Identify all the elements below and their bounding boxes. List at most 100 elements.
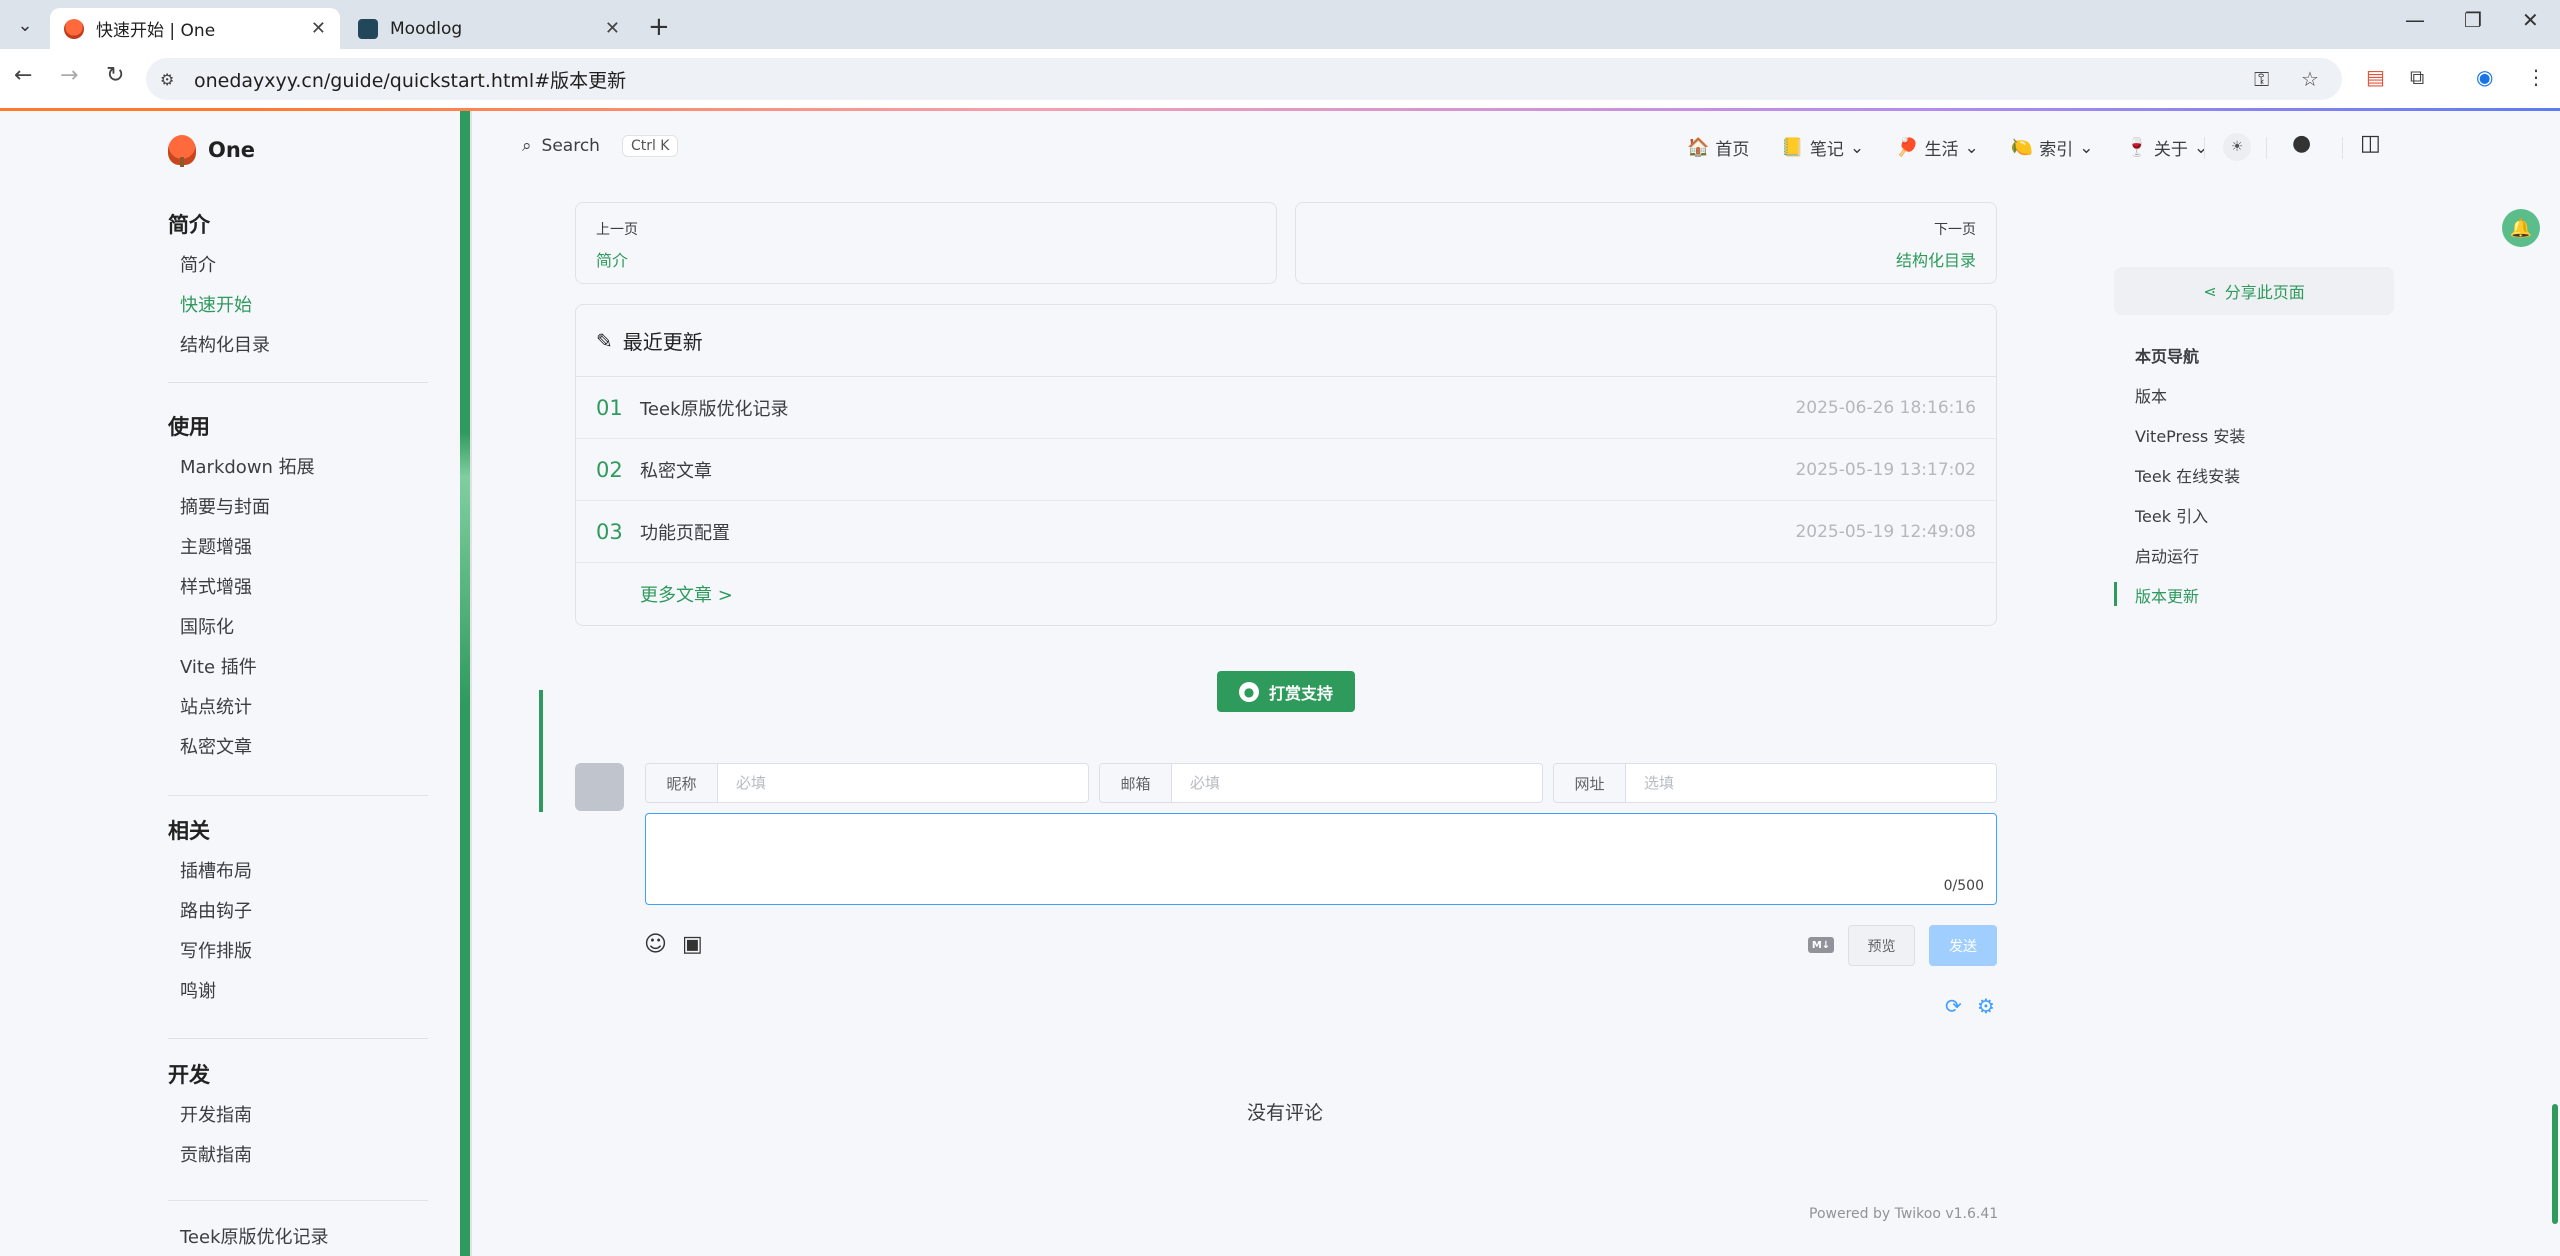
share-page-button[interactable]: ⋖ 分享此页面 — [2114, 267, 2394, 315]
emoji-icon[interactable]: ☺ — [644, 932, 667, 957]
toc-item[interactable]: Teek 引入 — [2135, 503, 2208, 527]
sidebar-item[interactable]: 国际化 — [180, 613, 234, 639]
donate-button[interactable]: ● 打赏支持 — [1217, 671, 1355, 712]
more-articles-link[interactable]: 更多文章 > — [576, 563, 1996, 625]
settings-gear-icon[interactable]: ⚙ — [1977, 994, 1995, 1018]
next-page-card[interactable]: 下一页 结构化目录 — [1295, 202, 1997, 284]
image-upload-icon[interactable]: ▣ — [682, 932, 703, 957]
comment-textarea[interactable]: 0/500 — [645, 813, 1997, 905]
sidebar-item[interactable]: 站点统计 — [180, 693, 252, 719]
toc-item[interactable]: Teek 在线安装 — [2135, 463, 2240, 487]
toc-item[interactable]: VitePress 安装 — [2135, 423, 2245, 447]
sidebar-item[interactable]: 结构化目录 — [180, 331, 270, 357]
browser-tab-inactive[interactable]: Moodlog ✕ — [344, 8, 634, 49]
preview-button[interactable]: 预览 — [1848, 925, 1915, 966]
sidebar-item[interactable]: Vite 插件 — [180, 653, 257, 679]
chevron-down-icon: ⌄ — [2193, 137, 2209, 158]
sidebar-item[interactable]: 私密文章 — [180, 733, 252, 759]
mail-field[interactable]: 邮箱 — [1099, 763, 1543, 803]
nav-link-life[interactable]: 🏓 生活 ⌄ — [1896, 135, 1979, 160]
nav-link-index[interactable]: 🍋 索引 ⌄ — [2011, 135, 2094, 160]
sidebar-group-title[interactable]: 简介 — [168, 209, 210, 239]
search-button[interactable]: ⌕ Search Ctrl K — [522, 135, 679, 157]
tab-close-icon[interactable]: ✕ — [605, 18, 620, 39]
site-name: One — [208, 138, 256, 162]
reload-icon[interactable]: ↻ — [106, 63, 124, 88]
notification-bell-icon[interactable]: 🔔 — [2502, 209, 2540, 247]
profile-icon[interactable]: ◉ — [2476, 65, 2493, 89]
minimize-icon[interactable]: — — [2405, 8, 2425, 32]
recent-update-row[interactable]: 03 功能页配置 2025-05-19 12:49:08 — [576, 501, 1996, 563]
next-page-link[interactable]: 结构化目录 — [1316, 247, 1976, 271]
powered-by-text[interactable]: Powered by Twikoo v1.6.41 — [1809, 1206, 1998, 1222]
row-title[interactable]: 功能页配置 — [640, 519, 1795, 545]
tab-search-chevron-icon[interactable]: ⌄ — [10, 12, 40, 38]
sidebar-item[interactable]: 样式增强 — [180, 573, 252, 599]
sidebar-border — [470, 111, 472, 1256]
close-window-icon[interactable]: ✕ — [2522, 8, 2539, 32]
back-arrow-icon[interactable]: ← — [14, 63, 32, 88]
password-key-icon[interactable]: ⚿ — [2254, 67, 2269, 91]
prev-page-card[interactable]: 上一页 简介 — [575, 202, 1277, 284]
site-logo[interactable]: One — [168, 135, 256, 167]
restore-icon[interactable]: ❐ — [2464, 8, 2482, 32]
nav-divider — [2266, 137, 2267, 159]
recent-update-row[interactable]: 02 私密文章 2025-05-19 13:17:02 — [576, 439, 1996, 501]
comment-input[interactable] — [646, 814, 1996, 904]
url-input[interactable] — [1626, 764, 1996, 802]
markdown-icon: M↓ — [1808, 937, 1834, 953]
sidebar-item[interactable]: Markdown 拓展 — [180, 453, 315, 479]
toc-item[interactable]: 版本 — [2135, 383, 2167, 407]
row-title[interactable]: Teek原版优化记录 — [640, 395, 1795, 421]
new-tab-plus-icon[interactable]: + — [648, 12, 670, 42]
extension-icon[interactable]: ▤ — [2366, 65, 2385, 89]
sidebar-divider — [168, 795, 428, 796]
nav-link-home[interactable]: 🏠 首页 — [1687, 135, 1749, 160]
send-button[interactable]: 发送 — [1929, 925, 1997, 966]
sidebar-item[interactable]: 摘要与封面 — [180, 493, 270, 519]
sidebar-item[interactable]: Teek原版优化记录 — [180, 1223, 329, 1249]
sidebar-item[interactable]: 主题增强 — [180, 533, 252, 559]
sidebar-item[interactable]: 插槽布局 — [180, 857, 252, 883]
browser-tab-active[interactable]: 快速开始 | One ✕ — [50, 8, 340, 49]
nav-link-about[interactable]: 🍷 关于 ⌄ — [2125, 135, 2208, 160]
scrollbar-thumb[interactable] — [2552, 1104, 2558, 1224]
sidebar-item[interactable]: 开发指南 — [180, 1101, 252, 1127]
more-menu-icon[interactable]: ⋮ — [2526, 65, 2546, 89]
refresh-icon[interactable]: ⟳ — [1945, 994, 1962, 1018]
nick-field[interactable]: 昵称 — [645, 763, 1089, 803]
url-omnibox[interactable]: ⚙ onedayxyy.cn/guide/quickstart.html#版本更… — [146, 58, 2342, 100]
sidebar-item-active[interactable]: 快速开始 — [180, 291, 252, 317]
sidebar-group-title[interactable]: 使用 — [168, 411, 210, 441]
sidebar-item[interactable]: 贡献指南 — [180, 1141, 252, 1167]
tab-close-icon[interactable]: ✕ — [311, 18, 326, 39]
toc-item-active[interactable]: 版本更新 — [2135, 583, 2199, 607]
sidebar-item[interactable]: 简介 — [180, 251, 216, 277]
site-info-icon[interactable]: ⚙ — [160, 70, 182, 89]
url-text[interactable]: onedayxyy.cn/guide/quickstart.html#版本更新 — [194, 66, 626, 93]
bookmark-star-icon[interactable]: ☆ — [2301, 67, 2319, 91]
extensions-puzzle-icon[interactable]: ⧉ — [2410, 65, 2424, 89]
forward-arrow-icon[interactable]: → — [60, 63, 78, 88]
reading-mode-book-icon[interactable]: ◫ — [2360, 131, 2381, 156]
sidebar-divider — [168, 1200, 428, 1201]
sidebar-item[interactable]: 鸣谢 — [180, 977, 216, 1003]
toc-item[interactable]: 启动运行 — [2135, 543, 2199, 567]
comment-accent-bar — [539, 690, 543, 812]
sidebar-group-title[interactable]: 开发 — [168, 1059, 210, 1089]
row-number: 03 — [596, 519, 623, 544]
url-field[interactable]: 网址 — [1553, 763, 1997, 803]
row-title[interactable]: 私密文章 — [640, 457, 1795, 483]
sidebar-item[interactable]: 写作排版 — [180, 937, 252, 963]
theme-toggle-sun-icon[interactable]: ☀ — [2223, 133, 2251, 161]
nick-input[interactable] — [718, 764, 1088, 802]
prev-page-link[interactable]: 简介 — [596, 247, 1256, 271]
avatar — [575, 763, 624, 811]
mail-input[interactable] — [1172, 764, 1542, 802]
github-icon[interactable]: ● — [2292, 131, 2311, 156]
recent-update-row[interactable]: 01 Teek原版优化记录 2025-06-26 18:16:16 — [576, 377, 1996, 439]
browser-tabbar: ⌄ 快速开始 | One ✕ Moodlog ✕ + — ❐ ✕ — [0, 0, 2560, 49]
nav-link-notes[interactable]: 📒 笔记 ⌄ — [1781, 135, 1864, 160]
sidebar-group-title[interactable]: 相关 — [168, 815, 210, 845]
sidebar-item[interactable]: 路由钩子 — [180, 897, 252, 923]
